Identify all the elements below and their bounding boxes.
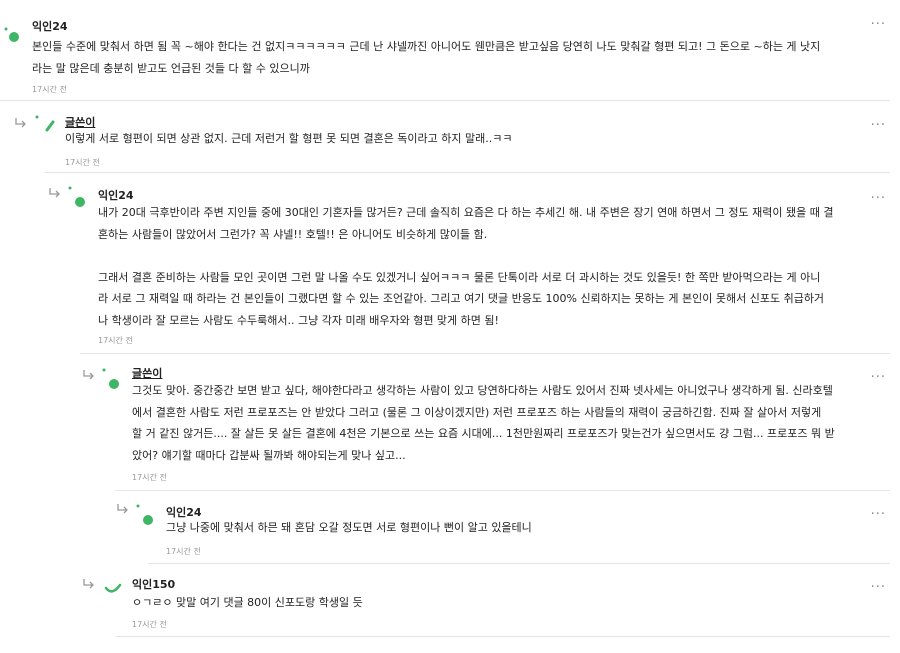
comment-text: 그냥 나중에 맞춰서 하믄 돼 혼담 오갈 정도면 서로 형편이나 뻔이 알고 … — [166, 521, 532, 534]
reply-arrow-icon — [48, 184, 62, 198]
reply-arrow-icon — [82, 366, 96, 380]
leaf-avatar-icon — [33, 113, 63, 143]
comment-text: 내가 20대 극후반이라 주변 지인들 중에 30대인 기혼자들 많거든? 근데… — [98, 206, 834, 327]
comment-divider — [115, 636, 890, 637]
comment-time: 17시간 전 — [32, 85, 67, 94]
comment-text: 그것도 맞아. 중간중간 보면 받고 싶다, 해야한다라고 생각하는 사람이 있… — [132, 384, 835, 462]
reply-arrow-icon — [116, 500, 130, 514]
leaf-avatar-icon — [98, 364, 128, 394]
comment-divider — [80, 353, 890, 354]
more-options-icon[interactable]: ... — [871, 188, 886, 201]
comment-time: 17시간 전 — [65, 158, 100, 167]
leaf-avatar-icon — [0, 15, 30, 45]
comment-time: 17시간 전 — [166, 547, 201, 556]
more-options-icon[interactable]: ... — [871, 14, 886, 27]
comment-text: 이렇게 서로 형편이 되면 상관 없지. 근데 저런거 할 형편 못 되면 결혼… — [65, 132, 513, 145]
comment-text: 본인들 수준에 맞춰서 하면 됨 꼭 ~해야 한다는 건 없지ㅋㅋㅋㅋㅋㅋ 근데… — [32, 40, 821, 75]
comment-author[interactable]: 익인24 — [32, 18, 68, 34]
more-options-icon[interactable]: ... — [871, 115, 886, 128]
comment-author[interactable]: 익인150 — [132, 576, 175, 592]
comment-divider — [0, 100, 890, 101]
comment: 익인24 ... 본인들 수준에 맞춰서 하면 됨 꼭 ~해야 한다는 건 없지… — [0, 0, 900, 101]
comment-divider — [115, 490, 890, 491]
comment-text: ㅇㄱㄹㅇ 맞말 여기 댓글 80이 신포도랑 학생일 듯 — [132, 596, 363, 609]
more-options-icon[interactable]: ... — [871, 367, 886, 380]
leaf-avatar-icon — [98, 572, 128, 602]
comment-author[interactable]: 글쓴이 — [132, 365, 162, 381]
comment-time: 17시간 전 — [98, 336, 133, 345]
leaf-avatar-icon — [132, 500, 162, 530]
more-options-icon[interactable]: ... — [871, 577, 886, 590]
comment-time: 17시간 전 — [132, 620, 167, 629]
more-options-icon[interactable]: ... — [871, 504, 886, 517]
comment-divider — [45, 172, 890, 173]
comment-divider — [148, 563, 890, 564]
reply-arrow-icon — [14, 114, 28, 128]
comment-time: 17시간 전 — [132, 473, 167, 482]
reply-arrow-icon — [82, 575, 96, 589]
comment-author[interactable]: 익인24 — [98, 187, 134, 203]
leaf-avatar-icon — [64, 182, 94, 212]
